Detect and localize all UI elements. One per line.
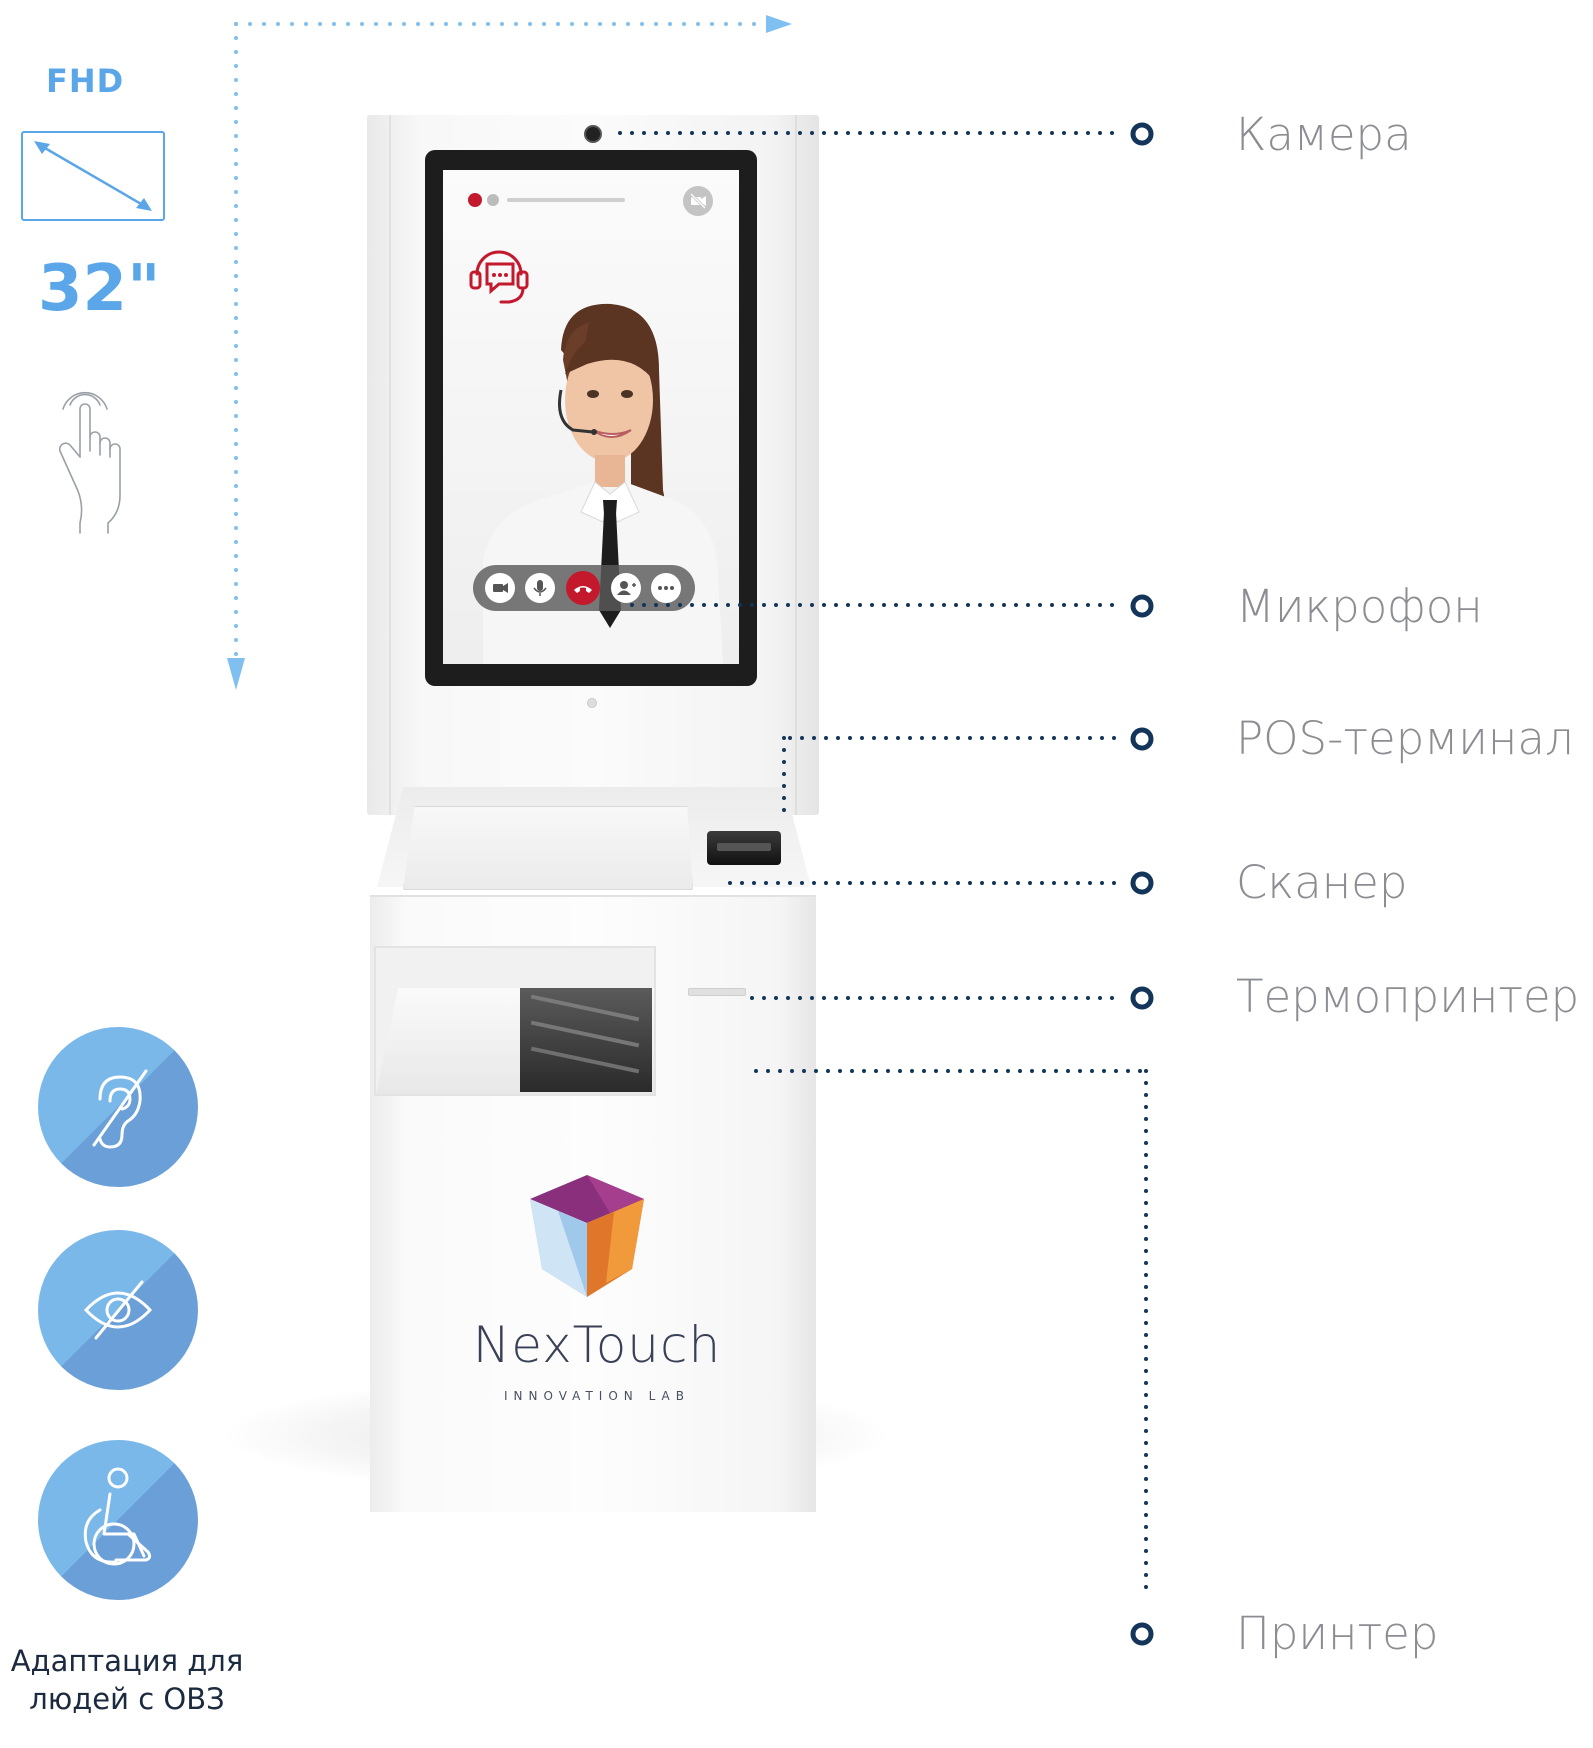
wheelchair-icon bbox=[83, 1467, 152, 1566]
callout-label-thermal-printer: Термопринтер bbox=[1236, 970, 1580, 1023]
wheelchair-badge bbox=[38, 1440, 198, 1600]
blind-badge bbox=[38, 1230, 198, 1390]
callout-label-microphone: Микрофон bbox=[1236, 580, 1483, 633]
deaf-icon bbox=[92, 1069, 148, 1149]
deaf-badge bbox=[38, 1027, 198, 1187]
callout-label-printer: Принтер bbox=[1236, 1607, 1439, 1660]
accessibility-caption: Адаптация для людей с ОВЗ bbox=[10, 1644, 244, 1716]
blind-icon bbox=[83, 1280, 153, 1340]
callout-label-pos-terminal: POS-терминал bbox=[1236, 712, 1574, 765]
callout-label-scanner: Сканер bbox=[1236, 856, 1408, 909]
callout-label-camera: Камера bbox=[1236, 108, 1412, 161]
